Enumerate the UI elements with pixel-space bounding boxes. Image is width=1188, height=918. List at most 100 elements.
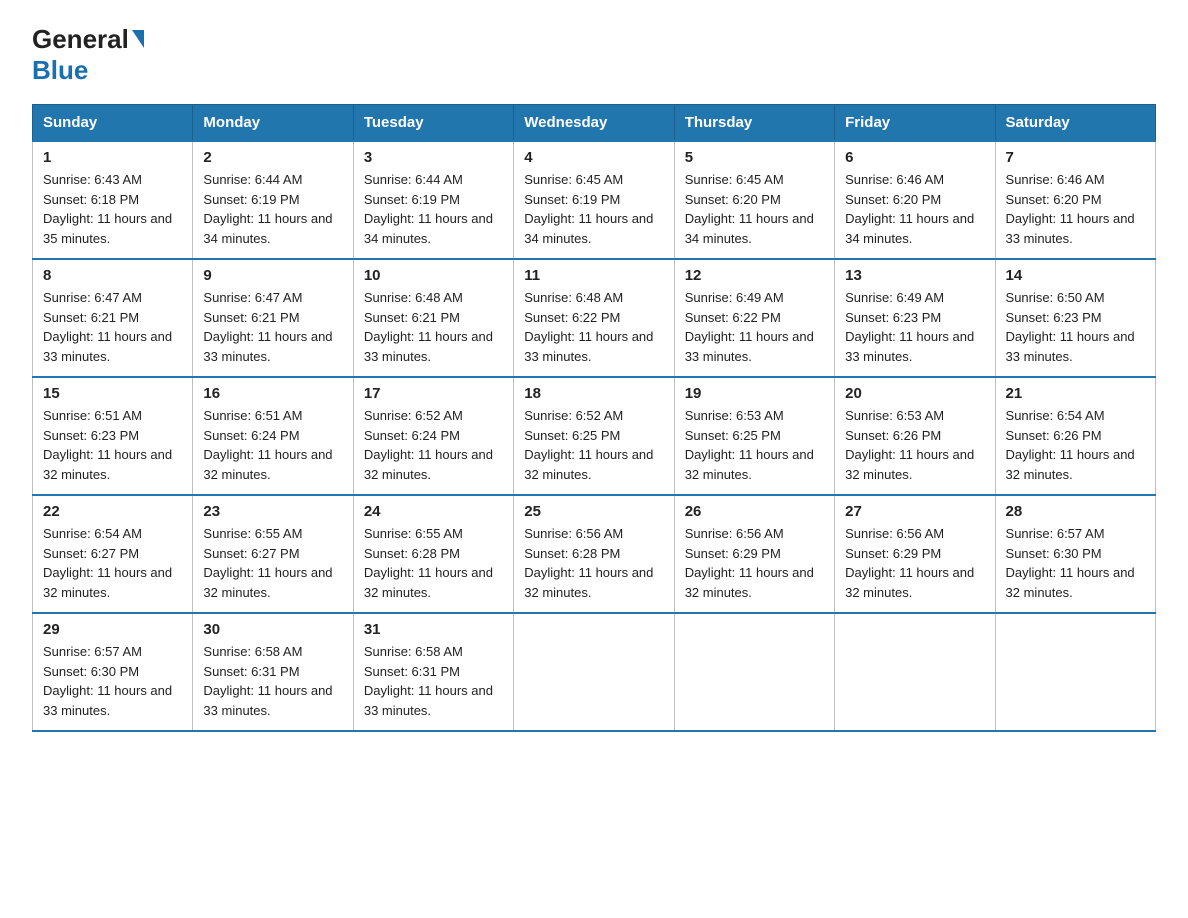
header-cell-monday: Monday [193, 105, 353, 142]
week-row-1: 1 Sunrise: 6:43 AMSunset: 6:18 PMDayligh… [33, 141, 1156, 259]
day-number: 8 [43, 267, 182, 284]
header-cell-saturday: Saturday [995, 105, 1155, 142]
day-info: Sunrise: 6:56 AMSunset: 6:29 PMDaylight:… [845, 526, 974, 600]
day-info: Sunrise: 6:57 AMSunset: 6:30 PMDaylight:… [43, 644, 172, 718]
day-number: 18 [524, 385, 663, 402]
day-cell: 23 Sunrise: 6:55 AMSunset: 6:27 PMDaylig… [193, 495, 353, 613]
logo-general-text: General [32, 24, 129, 55]
day-number: 15 [43, 385, 182, 402]
day-number: 27 [845, 503, 984, 520]
day-cell: 24 Sunrise: 6:55 AMSunset: 6:28 PMDaylig… [353, 495, 513, 613]
day-number: 22 [43, 503, 182, 520]
week-row-5: 29 Sunrise: 6:57 AMSunset: 6:30 PMDaylig… [33, 613, 1156, 731]
day-cell: 10 Sunrise: 6:48 AMSunset: 6:21 PMDaylig… [353, 259, 513, 377]
day-info: Sunrise: 6:52 AMSunset: 6:24 PMDaylight:… [364, 408, 493, 482]
day-cell [514, 613, 674, 731]
day-info: Sunrise: 6:56 AMSunset: 6:29 PMDaylight:… [685, 526, 814, 600]
header-cell-tuesday: Tuesday [353, 105, 513, 142]
day-cell: 18 Sunrise: 6:52 AMSunset: 6:25 PMDaylig… [514, 377, 674, 495]
day-cell: 11 Sunrise: 6:48 AMSunset: 6:22 PMDaylig… [514, 259, 674, 377]
day-number: 5 [685, 149, 824, 166]
day-info: Sunrise: 6:47 AMSunset: 6:21 PMDaylight:… [43, 290, 172, 364]
day-cell: 12 Sunrise: 6:49 AMSunset: 6:22 PMDaylig… [674, 259, 834, 377]
calendar-table: SundayMondayTuesdayWednesdayThursdayFrid… [32, 104, 1156, 732]
page-header: General Blue [32, 24, 1156, 86]
day-cell: 1 Sunrise: 6:43 AMSunset: 6:18 PMDayligh… [33, 141, 193, 259]
day-info: Sunrise: 6:53 AMSunset: 6:25 PMDaylight:… [685, 408, 814, 482]
day-number: 3 [364, 149, 503, 166]
day-number: 2 [203, 149, 342, 166]
day-info: Sunrise: 6:57 AMSunset: 6:30 PMDaylight:… [1006, 526, 1135, 600]
day-cell: 26 Sunrise: 6:56 AMSunset: 6:29 PMDaylig… [674, 495, 834, 613]
day-number: 11 [524, 267, 663, 284]
day-info: Sunrise: 6:56 AMSunset: 6:28 PMDaylight:… [524, 526, 653, 600]
day-number: 9 [203, 267, 342, 284]
day-info: Sunrise: 6:45 AMSunset: 6:20 PMDaylight:… [685, 172, 814, 246]
day-number: 7 [1006, 149, 1145, 166]
header-cell-thursday: Thursday [674, 105, 834, 142]
day-number: 16 [203, 385, 342, 402]
week-row-2: 8 Sunrise: 6:47 AMSunset: 6:21 PMDayligh… [33, 259, 1156, 377]
day-number: 6 [845, 149, 984, 166]
day-info: Sunrise: 6:44 AMSunset: 6:19 PMDaylight:… [364, 172, 493, 246]
day-info: Sunrise: 6:58 AMSunset: 6:31 PMDaylight:… [364, 644, 493, 718]
day-info: Sunrise: 6:46 AMSunset: 6:20 PMDaylight:… [845, 172, 974, 246]
day-info: Sunrise: 6:53 AMSunset: 6:26 PMDaylight:… [845, 408, 974, 482]
day-number: 17 [364, 385, 503, 402]
day-number: 24 [364, 503, 503, 520]
day-cell: 9 Sunrise: 6:47 AMSunset: 6:21 PMDayligh… [193, 259, 353, 377]
day-cell: 3 Sunrise: 6:44 AMSunset: 6:19 PMDayligh… [353, 141, 513, 259]
day-number: 20 [845, 385, 984, 402]
day-info: Sunrise: 6:52 AMSunset: 6:25 PMDaylight:… [524, 408, 653, 482]
day-cell: 21 Sunrise: 6:54 AMSunset: 6:26 PMDaylig… [995, 377, 1155, 495]
day-cell: 15 Sunrise: 6:51 AMSunset: 6:23 PMDaylig… [33, 377, 193, 495]
day-cell [835, 613, 995, 731]
day-info: Sunrise: 6:48 AMSunset: 6:22 PMDaylight:… [524, 290, 653, 364]
logo-blue-text: Blue [32, 55, 88, 85]
day-cell: 2 Sunrise: 6:44 AMSunset: 6:19 PMDayligh… [193, 141, 353, 259]
day-cell: 5 Sunrise: 6:45 AMSunset: 6:20 PMDayligh… [674, 141, 834, 259]
day-cell: 27 Sunrise: 6:56 AMSunset: 6:29 PMDaylig… [835, 495, 995, 613]
day-info: Sunrise: 6:50 AMSunset: 6:23 PMDaylight:… [1006, 290, 1135, 364]
day-info: Sunrise: 6:47 AMSunset: 6:21 PMDaylight:… [203, 290, 332, 364]
day-number: 29 [43, 621, 182, 638]
day-info: Sunrise: 6:55 AMSunset: 6:27 PMDaylight:… [203, 526, 332, 600]
day-cell: 22 Sunrise: 6:54 AMSunset: 6:27 PMDaylig… [33, 495, 193, 613]
day-info: Sunrise: 6:55 AMSunset: 6:28 PMDaylight:… [364, 526, 493, 600]
logo-triangle-icon [132, 30, 144, 48]
day-number: 31 [364, 621, 503, 638]
day-cell: 25 Sunrise: 6:56 AMSunset: 6:28 PMDaylig… [514, 495, 674, 613]
calendar-header: SundayMondayTuesdayWednesdayThursdayFrid… [33, 105, 1156, 142]
day-cell [674, 613, 834, 731]
header-row: SundayMondayTuesdayWednesdayThursdayFrid… [33, 105, 1156, 142]
day-cell: 29 Sunrise: 6:57 AMSunset: 6:30 PMDaylig… [33, 613, 193, 731]
header-cell-sunday: Sunday [33, 105, 193, 142]
header-cell-friday: Friday [835, 105, 995, 142]
day-cell: 6 Sunrise: 6:46 AMSunset: 6:20 PMDayligh… [835, 141, 995, 259]
day-cell: 4 Sunrise: 6:45 AMSunset: 6:19 PMDayligh… [514, 141, 674, 259]
day-cell: 30 Sunrise: 6:58 AMSunset: 6:31 PMDaylig… [193, 613, 353, 731]
day-info: Sunrise: 6:48 AMSunset: 6:21 PMDaylight:… [364, 290, 493, 364]
day-info: Sunrise: 6:46 AMSunset: 6:20 PMDaylight:… [1006, 172, 1135, 246]
day-info: Sunrise: 6:49 AMSunset: 6:22 PMDaylight:… [685, 290, 814, 364]
day-info: Sunrise: 6:54 AMSunset: 6:26 PMDaylight:… [1006, 408, 1135, 482]
day-cell: 8 Sunrise: 6:47 AMSunset: 6:21 PMDayligh… [33, 259, 193, 377]
header-cell-wednesday: Wednesday [514, 105, 674, 142]
day-info: Sunrise: 6:44 AMSunset: 6:19 PMDaylight:… [203, 172, 332, 246]
day-cell: 19 Sunrise: 6:53 AMSunset: 6:25 PMDaylig… [674, 377, 834, 495]
calendar-body: 1 Sunrise: 6:43 AMSunset: 6:18 PMDayligh… [33, 141, 1156, 731]
day-info: Sunrise: 6:51 AMSunset: 6:23 PMDaylight:… [43, 408, 172, 482]
day-number: 13 [845, 267, 984, 284]
day-number: 21 [1006, 385, 1145, 402]
day-info: Sunrise: 6:45 AMSunset: 6:19 PMDaylight:… [524, 172, 653, 246]
day-number: 10 [364, 267, 503, 284]
day-info: Sunrise: 6:54 AMSunset: 6:27 PMDaylight:… [43, 526, 172, 600]
day-cell: 13 Sunrise: 6:49 AMSunset: 6:23 PMDaylig… [835, 259, 995, 377]
day-cell: 20 Sunrise: 6:53 AMSunset: 6:26 PMDaylig… [835, 377, 995, 495]
day-cell: 31 Sunrise: 6:58 AMSunset: 6:31 PMDaylig… [353, 613, 513, 731]
day-cell: 28 Sunrise: 6:57 AMSunset: 6:30 PMDaylig… [995, 495, 1155, 613]
day-cell: 14 Sunrise: 6:50 AMSunset: 6:23 PMDaylig… [995, 259, 1155, 377]
day-number: 4 [524, 149, 663, 166]
day-number: 12 [685, 267, 824, 284]
day-info: Sunrise: 6:58 AMSunset: 6:31 PMDaylight:… [203, 644, 332, 718]
